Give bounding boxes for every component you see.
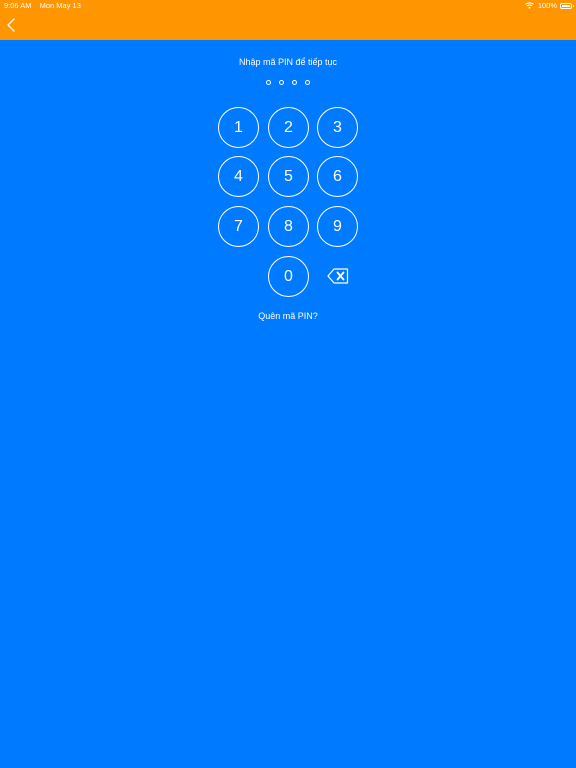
delete-button[interactable] — [327, 268, 349, 284]
battery-icon — [560, 2, 574, 9]
keypad: 1 2 3 4 5 6 7 8 9 0 — [0, 0, 576, 768]
back-button[interactable] — [4, 16, 18, 34]
battery-percent: 100% — [537, 1, 557, 10]
backspace-icon — [327, 268, 349, 284]
key-2-button[interactable]: 2 — [268, 107, 309, 148]
pin-dot — [279, 80, 284, 85]
status-bar-left: 9:06 AM Mon May 13 — [4, 1, 81, 10]
pin-dot — [266, 80, 271, 85]
key-7-button[interactable]: 7 — [218, 206, 259, 247]
key-9-button[interactable]: 9 — [317, 206, 358, 247]
key-1-button[interactable]: 1 — [218, 107, 259, 148]
status-time: 9:06 AM — [4, 1, 32, 10]
pin-indicator — [0, 80, 576, 85]
key-8-button[interactable]: 8 — [268, 206, 309, 247]
forgot-pin-link[interactable]: Quên mã PIN? — [0, 311, 576, 321]
key-0-button[interactable]: 0 — [268, 256, 309, 297]
pin-prompt: Nhập mã PIN để tiếp tục — [238, 57, 338, 67]
key-4-button[interactable]: 4 — [218, 156, 259, 197]
key-3-button[interactable]: 3 — [317, 107, 358, 148]
chevron-left-icon — [7, 18, 15, 32]
wifi-icon — [524, 2, 534, 9]
pin-dot — [305, 80, 310, 85]
pin-dot — [292, 80, 297, 85]
status-date: Mon May 13 — [39, 1, 81, 10]
key-5-button[interactable]: 5 — [268, 156, 309, 197]
key-6-button[interactable]: 6 — [317, 156, 358, 197]
status-bar-right: 100% — [524, 1, 574, 10]
top-bar: 9:06 AM Mon May 13 100% — [0, 0, 576, 40]
